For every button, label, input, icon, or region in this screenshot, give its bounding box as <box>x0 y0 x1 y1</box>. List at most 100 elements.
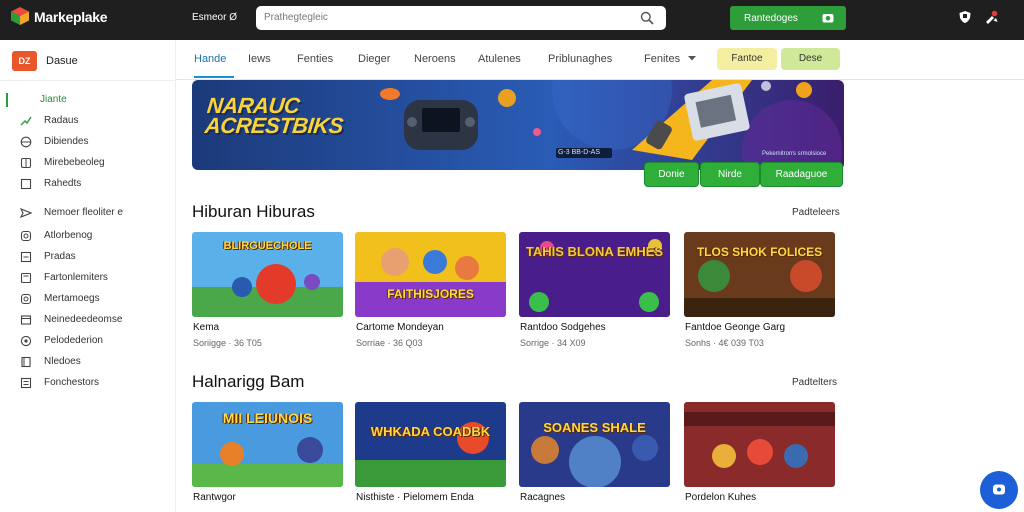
top-bar: Markeplake Esmeor Ø Prathegtegleic Rante… <box>0 0 1024 40</box>
card-title[interactable]: Nisthiste · Pielomem Enda <box>356 492 474 503</box>
sidebar-item-mirebebeoleg[interactable]: Mirebebeoleg <box>0 153 176 173</box>
trending-icon <box>20 116 32 126</box>
tab-dieger[interactable]: Dieger <box>358 53 390 65</box>
sidebar-item-neinedeedeomse[interactable]: Neinedeedeomse <box>0 310 176 330</box>
sidebar-item-pradas[interactable]: Pradas <box>0 247 176 267</box>
sidebar-item-label: Fartonlemiters <box>44 272 108 283</box>
banner-strip-text: G-3 BB-D-AS <box>558 149 601 156</box>
send-icon <box>20 208 32 218</box>
sidebar-item-label: Mirebebeoleg <box>44 157 105 168</box>
brand-name[interactable]: Markeplake <box>34 9 108 25</box>
cta-label: Rantedoges <box>744 13 798 24</box>
sidebar-item-label: Pradas <box>44 251 76 262</box>
section-link-view-all[interactable]: Padteleers <box>792 207 840 218</box>
banner-headline: NARAUC ACRESTBIKS <box>203 93 346 138</box>
sidebar-item-label: Nledoes <box>44 356 81 367</box>
instagram-icon <box>20 230 32 242</box>
card-title[interactable]: Racagnes <box>520 492 565 503</box>
thumbnail-title-art: TLOS SHOK FOLICES <box>696 245 823 259</box>
card-title[interactable]: Cartome Mondeyan <box>356 322 444 333</box>
card-title[interactable]: Rantwgor <box>193 492 236 503</box>
sidebar-badge: DZ <box>12 51 37 71</box>
game-thumbnail[interactable]: MII LEIUNOIS <box>192 402 343 487</box>
game-thumbnail[interactable]: WHKADA COADBK <box>355 402 506 487</box>
list-icon <box>20 377 32 389</box>
section-title-halnarigg: Halnarigg Bam <box>192 372 305 391</box>
tools-icon[interactable] <box>984 10 998 24</box>
tag-icon <box>20 251 32 263</box>
browse-menu[interactable]: Esmeor Ø <box>192 12 237 23</box>
sidebar-item-label: Atlorbenog <box>44 230 93 241</box>
sidebar-item-fonchestors[interactable]: Fonchestors <box>0 373 176 393</box>
game-thumbnail[interactable]: SOANES SHALE <box>519 402 670 487</box>
pill-fantoe[interactable]: Fantoe <box>717 48 777 70</box>
promo-banner[interactable]: NARAUC ACRESTBIKS G-3 BB-D-AS Pekemitror… <box>192 80 844 170</box>
settings-icon <box>20 335 32 347</box>
sidebar-divider <box>0 80 176 81</box>
card-title[interactable]: Kema <box>193 322 219 333</box>
active-tab-indicator <box>194 76 234 78</box>
banner-button-raadaguoe[interactable]: Raadaguoe <box>760 162 843 187</box>
sidebar-item-radaus[interactable]: Radaus <box>0 111 176 131</box>
card-meta: Sonhs · 4€ 039 T03 <box>685 338 764 348</box>
shield-icon[interactable] <box>958 10 972 24</box>
card-title[interactable]: Rantdoo Sodgehes <box>520 322 606 333</box>
tab-priblunaghes[interactable]: Priblunaghes <box>548 53 612 65</box>
search-input[interactable]: Prathegtegleic <box>256 6 666 30</box>
sidebar-item-label: Neinedeedeomse <box>44 314 123 325</box>
sidebar-item-nledoes[interactable]: Nledoes <box>0 352 176 372</box>
game-thumbnail[interactable] <box>684 402 835 487</box>
thumbnail-title-art: SOANES SHALE <box>543 420 646 435</box>
section-link-view-all[interactable]: Padtelters <box>792 377 837 388</box>
sidebar-item-rahedts[interactable]: Rahedts <box>0 174 176 194</box>
card-meta: Soriigge · 36 T05 <box>193 338 262 348</box>
chat-icon <box>993 484 1005 495</box>
game-thumbnail[interactable]: TLOS SHOK FOLICES <box>684 232 835 317</box>
cta-button[interactable]: Rantedoges <box>730 6 846 30</box>
card-title[interactable]: Fantdoe Geonge Garg <box>685 322 785 333</box>
tab-fenties[interactable]: Fenties <box>297 53 333 65</box>
filter-icon <box>20 272 32 284</box>
card-title[interactable]: Pordelon Kuhes <box>685 492 756 503</box>
banner-buttons: Donie Nirde Raadaguoe <box>644 162 844 187</box>
card-meta: Sorrige · 34 X09 <box>520 338 586 348</box>
chat-button[interactable] <box>980 471 1018 509</box>
sidebar-item-mertamoegs[interactable]: Mertamoegs <box>0 289 176 309</box>
game-thumbnail[interactable]: BLIRGUECHOLE <box>192 232 343 317</box>
sidebar-item-label: Jiante <box>40 94 67 105</box>
banner-button-nirde[interactable]: Nirde <box>700 162 760 187</box>
pill-dese[interactable]: Dese <box>781 48 840 70</box>
banner-headline-line2: ACRESTBIKS <box>203 113 345 138</box>
sidebar-item-jiante[interactable]: Jiante <box>0 90 176 110</box>
book-icon <box>21 356 31 368</box>
instagram-icon <box>20 293 32 305</box>
banner-button-donie[interactable]: Donie <box>644 162 699 187</box>
thumbnail-title-art: MII LEIUNOIS <box>222 410 313 426</box>
thumbnail-title-art: WHKADA COADBK <box>370 424 491 439</box>
tab-hande[interactable]: Hande <box>194 53 226 65</box>
grid-icon <box>20 157 32 169</box>
sidebar-item-dibiendes[interactable]: Dibiendes <box>0 132 176 152</box>
cube-logo-icon[interactable] <box>10 6 30 26</box>
sidebar-item-label: Dibiendes <box>44 136 89 147</box>
sidebar-item-label: Radaus <box>44 115 79 126</box>
sidebar: DZ Dasue Jiante Radaus Dibiendes Mirebebeol… <box>0 40 176 512</box>
banner-fine-print: Pekemitrorrs srmolsioce <box>762 151 827 157</box>
sidebar-item-pelodederion[interactable]: Pelodederion <box>0 331 176 351</box>
sidebar-item-label: Mertamoegs <box>44 293 100 304</box>
chevron-down-icon[interactable] <box>688 54 696 62</box>
game-thumbnail[interactable]: TAHIS BLONA EMHES <box>519 232 670 317</box>
tab-neroens[interactable]: Neroens <box>414 53 456 65</box>
tab-iews[interactable]: Iews <box>248 53 271 65</box>
sidebar-item-atlorbenog[interactable]: Atlorbenog <box>0 226 176 246</box>
sidebar-item-label: Rahedts <box>44 178 82 189</box>
thumbnail-title-art: TAHIS BLONA EMHES <box>525 244 664 259</box>
search-icon[interactable] <box>640 11 654 25</box>
tab-atulenes[interactable]: Atulenes <box>478 53 521 65</box>
game-thumbnail[interactable]: FAITHISJORES <box>355 232 506 317</box>
sidebar-item-fartonlemiters[interactable]: Fartonlemiters <box>0 268 176 288</box>
box-icon <box>20 315 32 325</box>
sidebar-item-nemoer-fleoliter-e[interactable]: Nemoer fleoliter e <box>0 203 176 223</box>
square-icon <box>20 178 32 190</box>
tab-fenites-dropdown[interactable]: Fenites <box>644 53 680 65</box>
